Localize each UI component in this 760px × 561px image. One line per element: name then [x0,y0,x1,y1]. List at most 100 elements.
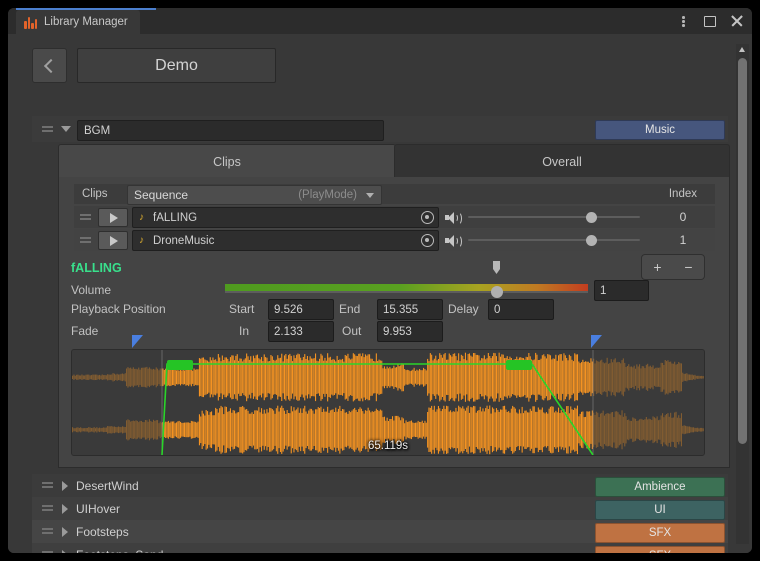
delay-field[interactable]: 0 [488,299,554,320]
group-row-bgm: BGM Music [32,116,728,142]
clips-column-label: Clips [82,188,108,200]
volume-value: 1 [600,285,606,297]
fade-out-field[interactable]: 9.953 [377,321,443,342]
music-note-icon: ♪ [139,212,144,223]
add-clip-button[interactable]: + [642,260,673,274]
group-name-text: BGM [84,125,110,137]
tab-overall[interactable]: Overall [394,144,730,178]
drag-handle-icon[interactable] [42,504,53,513]
delay-label: Delay [448,302,479,316]
back-button[interactable] [32,48,67,83]
clip-volume-slider[interactable] [468,233,640,247]
drag-handle-icon[interactable] [80,213,91,222]
drag-handle-icon[interactable] [42,527,53,536]
kebab-menu-icon[interactable] [676,14,690,28]
clip-object-field[interactable]: ♪ DroneMusic [132,230,439,251]
scrollbar-thumb[interactable] [738,58,747,444]
clip-row[interactable]: ♪ DroneMusic 1 [74,229,715,251]
slider-knob[interactable] [586,212,597,223]
play-button[interactable] [98,231,128,250]
item-badge[interactable]: Ambience [595,477,725,497]
fade-in-field[interactable]: 2.133 [268,321,334,342]
close-icon[interactable] [730,14,744,28]
list-item[interactable]: DesertWind Ambience [32,474,728,497]
vertical-scrollbar[interactable] [736,44,749,544]
list-item[interactable]: UIHover UI [32,497,728,520]
slider-track [468,216,640,218]
end-value: 15.355 [383,304,418,316]
window-content: Demo BGM Music Clips Overall [8,34,752,553]
group-name-field[interactable]: BGM [77,120,384,141]
index-column-label: Index [669,188,697,200]
sequence-dropdown[interactable]: Sequence (PlayMode) [127,185,382,205]
clip-name: fALLING [153,212,197,224]
item-badge[interactable]: SFX [595,546,725,553]
fade-in-value: 2.133 [274,326,303,338]
library-manager-window: Library Manager Demo BGM Music [8,8,752,553]
library-name-field[interactable]: Demo [77,48,276,83]
list-item[interactable]: Footsteps_Sand SFX [32,543,728,553]
add-remove-clip-buttons: + − [641,254,705,280]
start-label: Start [229,302,254,316]
item-badge[interactable]: SFX [595,523,725,543]
remove-clip-button[interactable]: − [673,260,704,274]
waveform-display[interactable]: 65.119s [71,349,705,456]
item-name: Footsteps [76,525,129,539]
item-badge-label: SFX [649,550,671,553]
clip-name: DroneMusic [153,235,214,247]
tab-clips[interactable]: Clips [58,144,396,178]
foldout-closed-icon[interactable] [62,481,68,491]
speaker-icon[interactable] [445,211,459,223]
foldout-open-icon[interactable] [61,126,71,132]
object-picker-icon[interactable] [421,234,434,247]
library-name-text: Demo [155,57,198,75]
play-icon [110,236,118,246]
volume-gradient-bar [225,284,588,291]
clip-object-field[interactable]: ♪ fALLING [132,207,439,228]
library-header: Demo [32,48,276,83]
window-controls [676,8,744,34]
item-name: Footsteps_Sand [76,548,163,554]
item-name: DesertWind [76,479,139,493]
end-field[interactable]: 15.355 [377,299,443,320]
item-name: UIHover [76,502,120,516]
detail-tabs: Clips Overall [58,144,728,177]
foldout-closed-icon[interactable] [62,527,68,537]
fade-in-label: In [239,324,249,338]
drag-handle-icon[interactable] [42,481,53,490]
slider-knob[interactable] [586,235,597,246]
start-field[interactable]: 9.526 [268,299,334,320]
sequence-playmode-hint: (PlayMode) [298,189,357,201]
foldout-closed-icon[interactable] [62,550,68,553]
clip-volume-slider[interactable] [468,210,640,224]
clips-table-header: Clips Sequence (PlayMode) Index [74,184,715,204]
slider-track [468,239,640,241]
bars-logo-icon [24,16,38,29]
clip-index: 1 [659,233,707,247]
volume-label: Volume [71,283,111,297]
object-picker-icon[interactable] [421,211,434,224]
list-item[interactable]: Footsteps SFX [32,520,728,543]
drag-handle-icon[interactable] [80,236,91,245]
delay-value: 0 [494,304,500,316]
group-type-label: Music [645,124,675,136]
scroll-up-arrow-icon[interactable] [739,47,745,52]
drag-handle-icon[interactable] [42,550,53,553]
item-badge[interactable]: UI [595,500,725,520]
group-type-badge[interactable]: Music [595,120,725,140]
play-button[interactable] [98,208,128,227]
volume-slider-knob[interactable] [491,286,503,298]
fade-out-value: 9.953 [383,326,412,338]
music-note-icon: ♪ [139,235,144,246]
volume-value-field[interactable]: 1 [594,280,649,301]
speaker-icon[interactable] [445,234,459,246]
fade-label: Fade [71,324,98,338]
clip-row[interactable]: ♪ fALLING 0 [74,206,715,228]
foldout-closed-icon[interactable] [62,504,68,514]
sequence-value: Sequence [134,188,188,202]
drag-handle-icon[interactable] [42,125,53,134]
maximize-icon[interactable] [703,14,717,28]
item-badge-label: UI [654,504,666,516]
window-tab[interactable]: Library Manager [16,10,140,34]
chevron-down-icon [366,193,374,198]
